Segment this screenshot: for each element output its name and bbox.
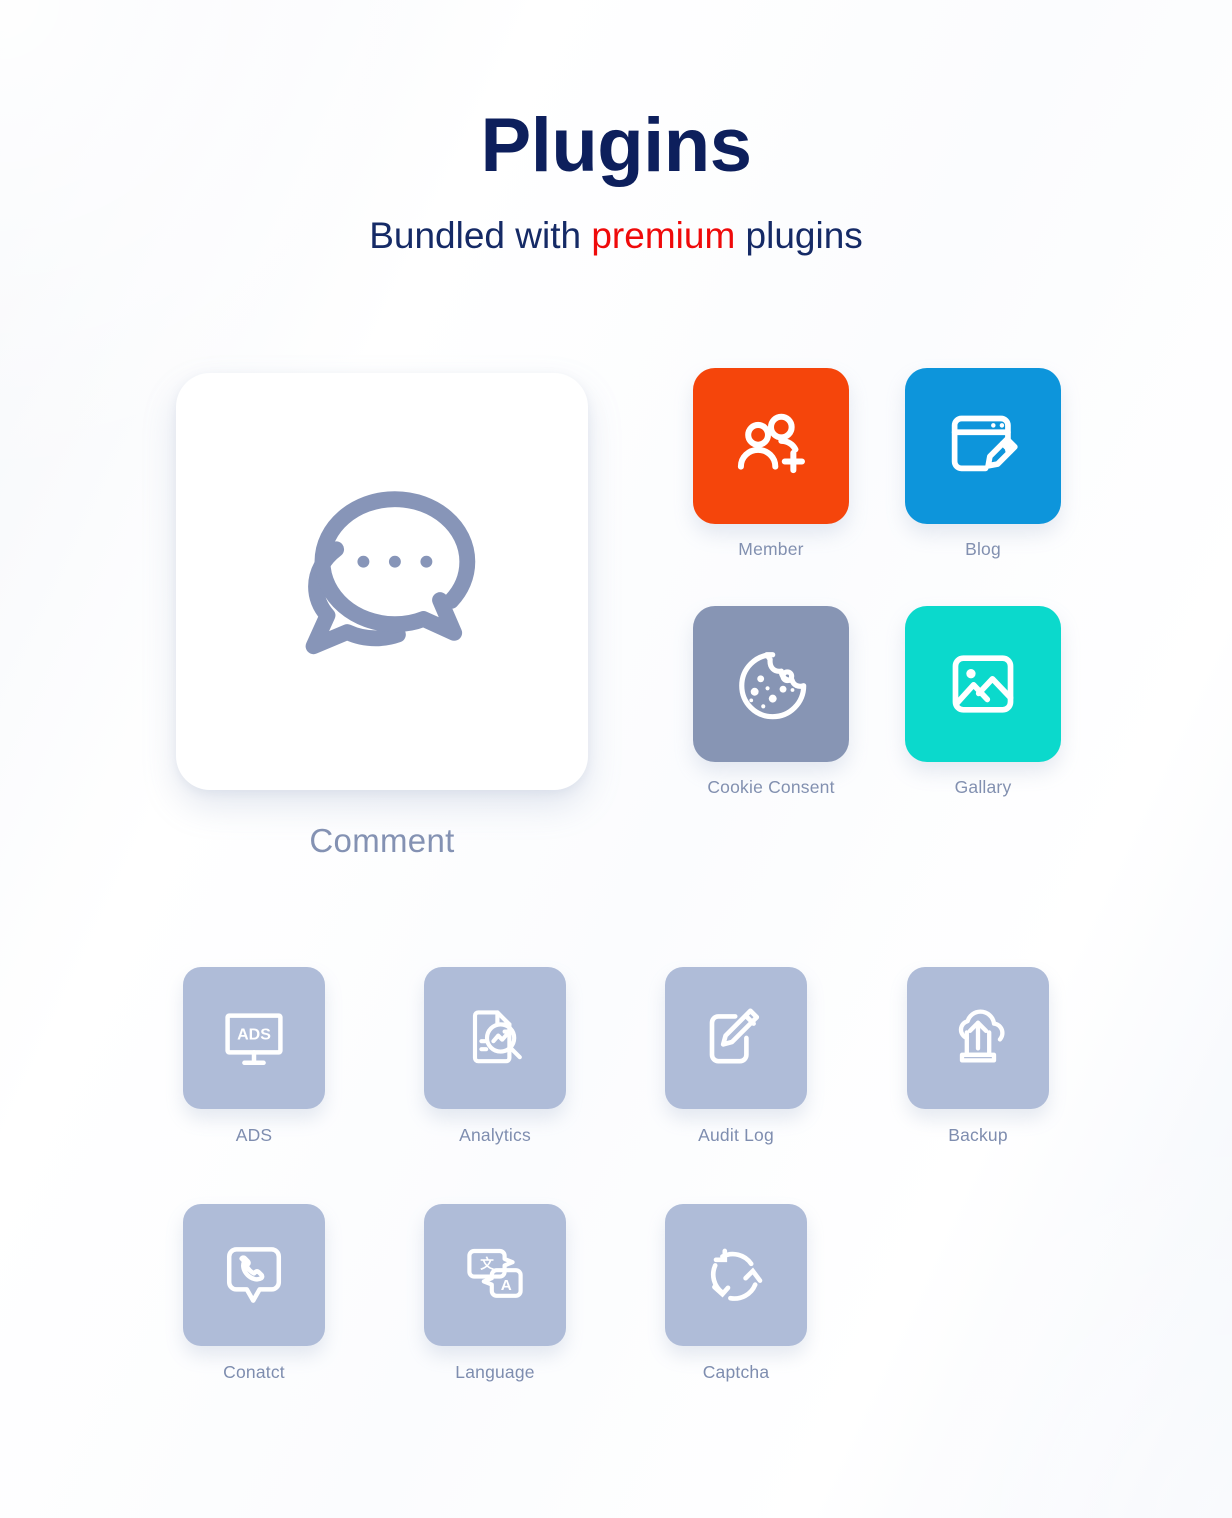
- page-title: Plugins: [480, 103, 752, 188]
- bg-fade-bottomright: [802, 1088, 1232, 1518]
- browser-pen-icon: [951, 415, 1018, 472]
- tile-language[interactable]: 文 A Language: [424, 1204, 566, 1383]
- tile-analytics[interactable]: Analytics: [424, 967, 566, 1146]
- tile-audit-log-swatch[interactable]: [665, 967, 807, 1109]
- edit-square-icon: [709, 1008, 760, 1064]
- cookie-icon: [739, 652, 807, 720]
- tile-analytics-swatch[interactable]: [424, 967, 566, 1109]
- page-root: Plugins Bundled with premium plugins Com…: [0, 0, 1232, 1518]
- comment-bubbles-icon: [305, 490, 476, 654]
- tile-blog-swatch[interactable]: [905, 368, 1061, 524]
- page-header: Plugins Bundled with premium plugins: [0, 0, 1232, 258]
- tile-cookie-consent-label: Cookie Consent: [707, 777, 835, 797]
- tile-cookie-consent-swatch[interactable]: [693, 606, 849, 762]
- subtitle-text-after: plugins: [735, 215, 863, 256]
- tile-member-swatch[interactable]: [693, 368, 849, 524]
- comment-plugin-label: Comment: [309, 822, 455, 859]
- image-icon: [952, 655, 1014, 713]
- tile-backup-label: Backup: [948, 1125, 1008, 1145]
- translate-source-glyph: 文: [480, 1256, 494, 1273]
- monitor-ads-icon: ADS: [225, 1013, 283, 1066]
- tile-captcha-label: Captcha: [702, 1362, 770, 1382]
- tile-gallary-label: Gallary: [954, 777, 1012, 797]
- tile-gallary-swatch[interactable]: [905, 606, 1061, 762]
- report-search-icon: [472, 1010, 522, 1064]
- tile-language-swatch[interactable]: 文 A: [424, 1204, 566, 1346]
- phone-bubble-icon: [226, 1247, 282, 1303]
- tile-captcha[interactable]: Captcha: [665, 1204, 807, 1383]
- refresh-circle-icon: [711, 1248, 763, 1301]
- comment-plugin-card[interactable]: [176, 373, 588, 790]
- tile-blog[interactable]: Blog: [905, 368, 1061, 560]
- page-subtitle: Bundled with premium plugins: [0, 184, 1232, 258]
- user-add-icon: [737, 413, 805, 474]
- cloud-upload-icon: [958, 1009, 1005, 1063]
- tile-member-label: Member: [738, 539, 804, 559]
- translate-icon: 文 A: [467, 1248, 523, 1298]
- subtitle-text-before: Bundled with: [369, 215, 592, 256]
- tile-cookie-consent[interactable]: Cookie Consent: [693, 606, 849, 798]
- translate-target-glyph: A: [501, 1277, 512, 1294]
- tile-member[interactable]: Member: [693, 368, 849, 560]
- tile-conatct[interactable]: Conatct: [183, 1204, 325, 1383]
- tile-blog-label: Blog: [965, 539, 1001, 559]
- tile-backup-swatch[interactable]: [907, 967, 1049, 1109]
- tile-gallary[interactable]: Gallary: [905, 606, 1061, 798]
- tile-ads[interactable]: ADS ADS: [183, 967, 325, 1146]
- tile-ads-swatch[interactable]: ADS: [183, 967, 325, 1109]
- tile-language-label: Language: [455, 1362, 535, 1382]
- tile-conatct-swatch[interactable]: [183, 1204, 325, 1346]
- tile-audit-log-label: Audit Log: [698, 1125, 774, 1145]
- tile-conatct-label: Conatct: [223, 1362, 285, 1382]
- tile-captcha-swatch[interactable]: [665, 1204, 807, 1346]
- tile-analytics-label: Analytics: [459, 1125, 531, 1145]
- tile-ads-label: ADS: [235, 1125, 273, 1145]
- tile-audit-log[interactable]: Audit Log: [665, 967, 807, 1146]
- ads-glyph-text: ADS: [237, 1027, 271, 1044]
- tile-backup[interactable]: Backup: [907, 967, 1049, 1146]
- subtitle-highlight: premium: [591, 215, 736, 256]
